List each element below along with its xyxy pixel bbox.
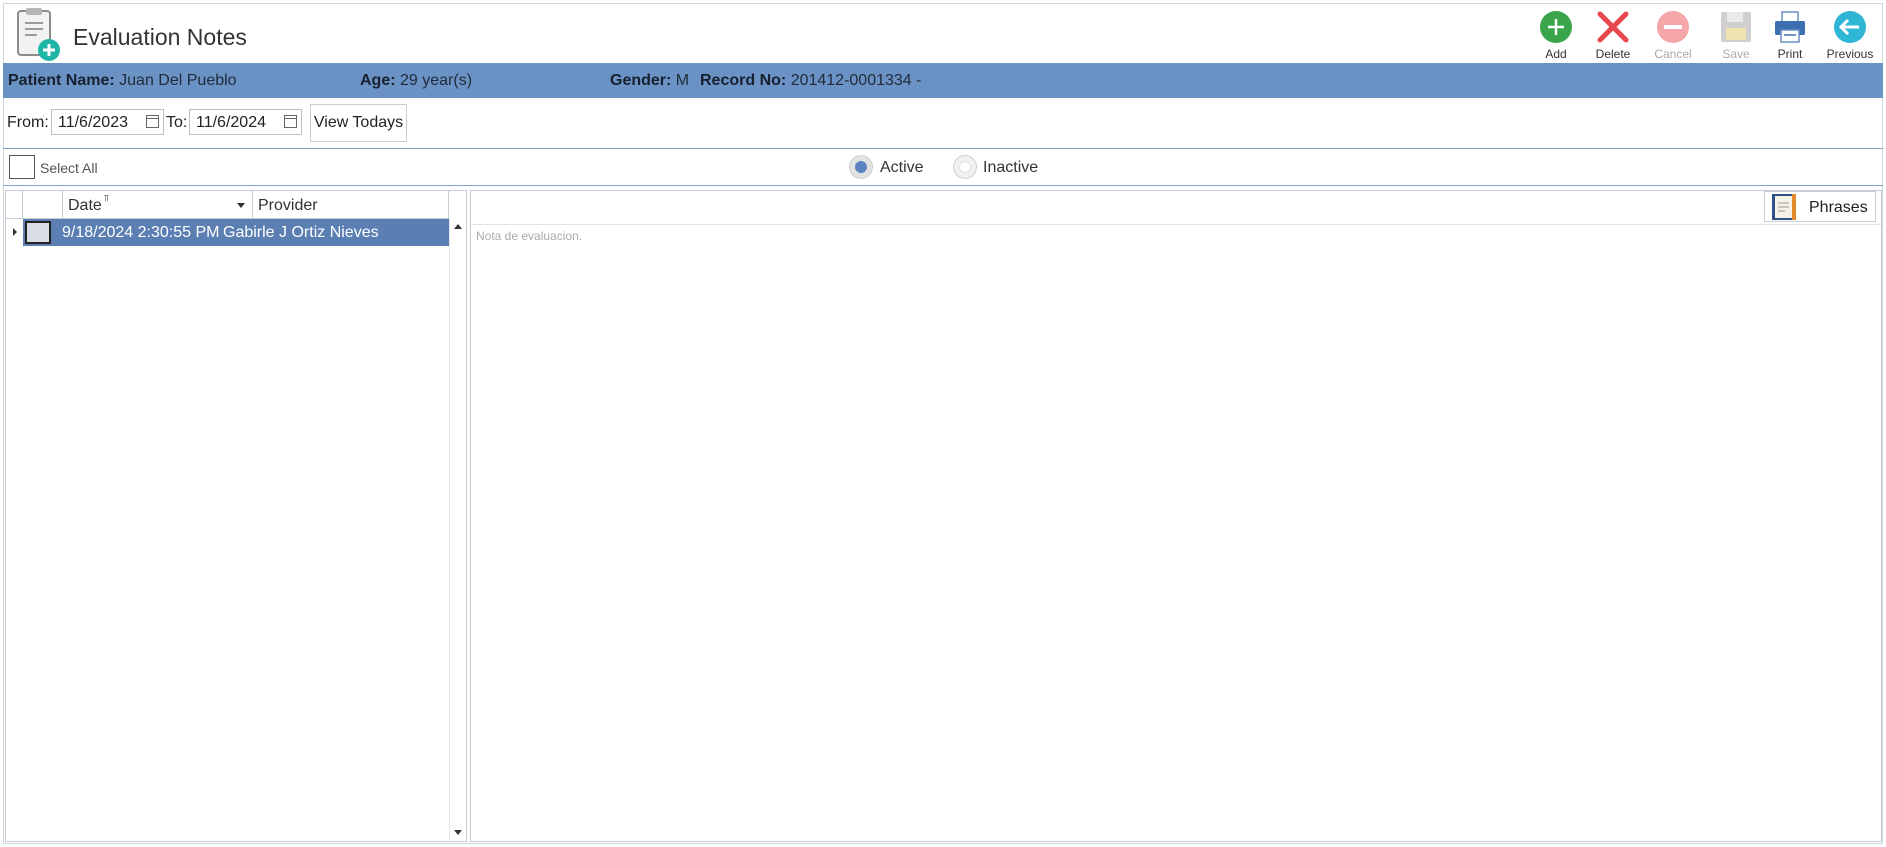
select-all-label: Select All [40,160,98,176]
table-row-selected[interactable]: 9/18/2024 2:30:55 PM Gabirle J Ortiz Nie… [23,219,449,246]
grid-header: Date ⫪ Provider [6,191,466,219]
row-pointer-icon [13,228,17,236]
page-title: Evaluation Notes [73,24,247,50]
notes-grid: Date ⫪ Provider 9/18/2024 2:30:55 PM Gab… [5,190,467,842]
row-checkbox[interactable] [25,221,51,244]
select-all-checkbox[interactable] [9,155,35,179]
phrases-button[interactable]: Phrases [1764,191,1876,222]
note-toolbar: Phrases [471,191,1881,225]
scroll-up-icon[interactable] [454,224,462,229]
from-label: From: [7,114,49,131]
from-date-value: 11/6/2023 [58,114,128,131]
patient-age-value: 29 year(s) [400,72,473,89]
divider [3,148,1883,149]
evaluation-note-textarea[interactable] [476,229,1871,834]
scroll-down-icon[interactable] [454,830,462,835]
cancel-button[interactable]: Cancel [1643,8,1703,64]
active-radio[interactable] [849,155,873,179]
calendar-icon[interactable] [284,115,297,128]
phrases-book-icon [1772,194,1796,220]
delete-button[interactable]: Delete [1583,8,1643,64]
previous-label: Previous [1826,47,1874,61]
printer-icon [1775,11,1805,43]
divider [3,185,1883,186]
patient-age-label: Age: [360,72,396,89]
to-date-value: 11/6/2024 [196,114,266,131]
grid-scrollbar[interactable] [449,218,466,841]
inactive-radio[interactable] [953,155,977,179]
arrow-left-circle-icon [1834,11,1866,43]
calendar-icon[interactable] [146,115,159,128]
filter-row: Select All Active Inactive [3,150,1883,184]
delete-label: Delete [1595,47,1631,61]
clipboard-add-icon [17,8,60,61]
patient-name: Patient Name: Juan Del Pueblo [8,72,237,90]
patient-name-value: Juan Del Pueblo [119,72,237,89]
row-provider: Gabirle J Ortiz Nieves [223,224,379,241]
patient-name-label: Patient Name: [8,72,115,89]
column-header-date[interactable]: Date ⫪ [63,191,253,218]
note-panel: Phrases [470,190,1882,842]
column-header-provider[interactable]: Provider [253,191,449,218]
row-date: 9/18/2024 2:30:55 PM [62,224,220,241]
header-select-cell[interactable] [23,191,63,218]
header-indicator-cell [6,191,23,218]
patient-gender-value: M [675,72,690,89]
to-label: To: [166,114,188,131]
plus-circle-icon [1540,11,1572,43]
patient-age: Age: 29 year(s) [360,72,472,90]
sort-dropdown-icon[interactable] [237,203,245,208]
column-header-provider-label: Provider [258,197,318,214]
patient-gender-label: Gender: [610,72,672,89]
add-label: Add [1545,47,1567,61]
floppy-disk-icon [1721,12,1751,42]
from-date-field[interactable]: 11/6/2023 [51,109,164,135]
column-header-date-label: Date [68,197,102,214]
minus-circle-icon [1657,11,1689,43]
save-button[interactable]: Save [1706,8,1766,64]
x-icon [1597,11,1629,43]
add-button[interactable]: Add [1526,8,1586,64]
patient-record: Record No: 201412-0001334 - [700,72,921,90]
view-todays-button[interactable]: View Todays [310,104,407,142]
cancel-label: Cancel [1654,47,1692,61]
table-row[interactable]: 9/18/2024 2:30:55 PM Gabirle J Ortiz Nie… [6,219,449,246]
patient-info-bar: Patient Name: Juan Del Pueblo Age: 29 ye… [3,63,1883,98]
print-label: Print [1777,47,1803,61]
header: Evaluation Notes Add Delete Cancel Save [3,4,1883,63]
patient-gender: Gender: M [610,72,689,90]
patient-record-label: Record No: [700,72,787,89]
save-label: Save [1722,47,1750,61]
inactive-label: Inactive [983,159,1039,176]
patient-record-value: 201412-0001334 - [790,72,922,89]
active-label: Active [880,159,924,176]
date-filter-row: From: 11/6/2023 To: 11/6/2024 View Today… [3,100,1883,148]
to-date-field[interactable]: 11/6/2024 [189,109,302,135]
previous-button[interactable]: Previous [1820,8,1880,64]
phrases-label: Phrases [1809,199,1868,216]
row-indicator [6,219,23,246]
print-button[interactable]: Print [1760,8,1820,64]
filter-icon[interactable]: ⫪ [104,194,109,203]
